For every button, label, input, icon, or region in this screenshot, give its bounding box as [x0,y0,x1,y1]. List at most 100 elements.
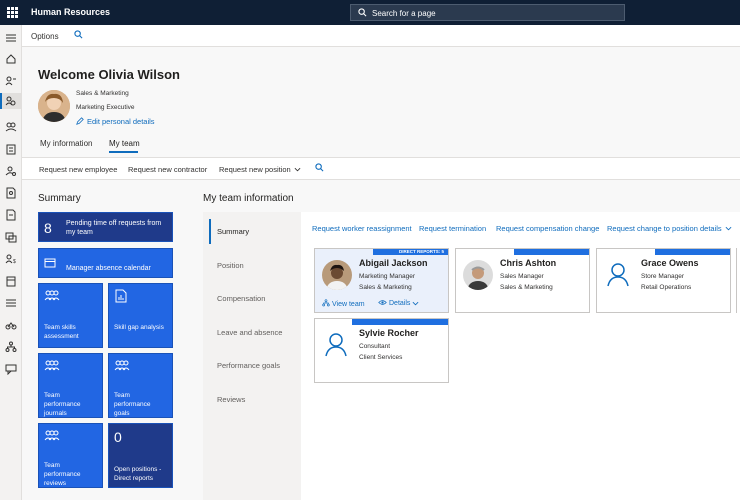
chevron-down-icon [725,226,732,231]
list-icon[interactable] [5,297,17,309]
perf-goals-label: Team performance goals [114,392,151,417]
perf-reviews-label: Team performance reviews [44,462,81,487]
employee-role: Marketing Manager [359,273,415,280]
navigation-rail: $ [0,25,22,500]
person-money-icon[interactable]: $ [5,253,17,265]
nav-leave-and-absence[interactable]: Leave and absence [217,328,282,337]
pending-label: Pending time off requests from my team [66,220,162,236]
manager-absence-calendar-tile[interactable]: Manager absence calendar [38,248,173,278]
employee-card[interactable]: Grace Owens Store Manager Retail Operati… [596,248,731,313]
person-search-icon[interactable] [5,165,17,177]
employee-name: Grace Owens [641,258,699,268]
card-accent-bar [352,319,448,325]
page-title: Welcome Olivia Wilson [38,67,180,82]
open-positions-label: Open positions - Direct reports [114,466,162,482]
people-icon[interactable] [5,121,17,133]
people-icon [44,360,60,371]
profile-title: Marketing Executive [76,104,135,111]
svg-text:$: $ [13,259,16,265]
skill-gap-analysis-tile[interactable]: Skill gap analysis [108,283,173,348]
employee-department: Client Services [359,354,403,361]
avatar [463,260,493,290]
view-team-label: View team [332,301,365,308]
employee-department: Retail Operations [641,284,692,291]
employee-card[interactable]: DIRECT REPORTS: 5 Abigail Jackson Market… [314,248,449,313]
org-chart-icon[interactable] [5,341,17,353]
clipboard-icon[interactable] [5,143,17,155]
employee-department: Sales & Marketing [359,284,412,291]
team-icon[interactable] [5,95,17,107]
chevron-down-icon [412,301,419,306]
waffle-icon[interactable] [7,7,18,18]
tab-my-information[interactable]: My information [40,139,92,148]
pending-time-off-tile[interactable]: 8 Pending time off requests from my team [38,212,173,242]
card-accent-bar [514,249,589,255]
search-icon[interactable] [315,163,324,172]
avatar [38,90,70,122]
tab-my-team[interactable]: My team [109,139,140,148]
card-accent-bar [655,249,730,255]
request-termination-link[interactable]: Request termination [419,224,486,233]
view-team-link[interactable]: View team [322,299,365,308]
person-icon [607,263,629,287]
open-positions-tile[interactable]: 0 Open positions - Direct reports [108,423,173,488]
eye-icon [378,300,387,305]
hamburger-icon[interactable] [5,32,17,44]
org-chart-icon [322,299,330,307]
chevron-down-icon [294,167,301,172]
options-button[interactable]: Options [31,32,59,41]
employee-card-partial[interactable] [736,248,740,313]
request-compensation-change-link[interactable]: Request compensation change [496,224,599,233]
recent-icon[interactable] [5,75,17,87]
request-worker-reassignment-link[interactable]: Request worker reassignment [312,224,412,233]
options-bar: Options [22,25,740,47]
app-title[interactable]: Human Resources [31,7,110,17]
global-search-box[interactable]: Search for a page [350,4,625,21]
employee-name: Abigail Jackson [359,258,428,268]
cards-icon[interactable] [5,231,17,243]
edit-personal-details-link[interactable]: Edit personal details [76,117,155,126]
people-icon [44,430,60,441]
request-new-contractor-button[interactable]: Request new contractor [128,165,207,174]
employee-card[interactable]: Sylvie Rocher Consultant Client Services [314,318,449,383]
search-icon[interactable] [74,30,83,39]
request-position-change-link[interactable]: Request change to position details [607,224,732,233]
employee-name: Chris Ashton [500,258,557,268]
direct-reports-label: DIRECT REPORTS: 5 [398,249,444,254]
team-performance-journals-tile[interactable]: Team performance journals [38,353,103,418]
people-icon [44,290,60,301]
document-icon[interactable] [5,209,17,221]
nav-position[interactable]: Position [217,261,244,270]
request-new-position-button[interactable]: Request new position [219,165,301,174]
request-position-change-label: Request change to position details [607,224,722,233]
nav-compensation[interactable]: Compensation [217,294,265,303]
open-positions-count: 0 [114,429,122,445]
team-performance-goals-tile[interactable]: Team performance goals [108,353,173,418]
document-person-icon[interactable] [5,187,17,199]
nav-performance-goals[interactable]: Performance goals [217,361,280,370]
details-label: Details [389,300,411,307]
calendar-icon [44,258,56,268]
home-icon[interactable] [5,53,17,65]
chat-icon[interactable] [5,363,17,375]
team-info-nav: Summary Position Compensation Leave and … [203,212,301,500]
avatar [322,260,352,290]
team-performance-reviews-tile[interactable]: Team performance reviews [38,423,103,488]
request-new-employee-button[interactable]: Request new employee [39,165,117,174]
employee-card[interactable]: Chris Ashton Sales Manager Sales & Marke… [455,248,590,313]
employee-name: Sylvie Rocher [359,328,419,338]
top-bar: Human Resources Search for a page [0,0,740,25]
edit-personal-details-label: Edit personal details [87,117,155,126]
team-skills-assessment-tile[interactable]: Team skills assessment [38,283,103,348]
bicycle-icon[interactable] [5,319,17,331]
action-bar: Request new employee Request new contrac… [22,157,740,180]
ledger-icon[interactable] [5,275,17,287]
details-link[interactable]: Details [378,299,421,307]
nav-summary[interactable]: Summary [217,227,249,236]
team-info-heading: My team information [203,193,294,204]
absence-calendar-label: Manager absence calendar [66,265,151,272]
active-nav-indicator [209,219,211,244]
nav-reviews[interactable]: Reviews [217,395,245,404]
person-icon [325,333,347,357]
active-tab-indicator [109,151,138,153]
